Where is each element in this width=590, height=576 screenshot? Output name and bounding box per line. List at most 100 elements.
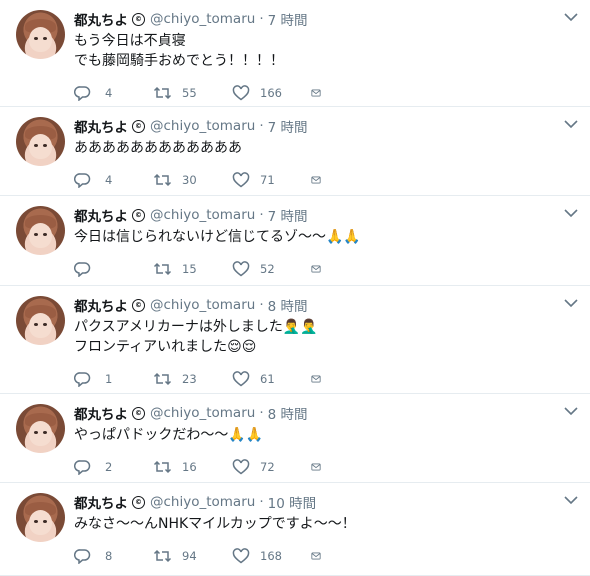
display-name[interactable]: 都丸ちよ [74, 492, 128, 512]
retweet-button[interactable]: 15 [153, 261, 232, 277]
retweet-button[interactable]: 16 [153, 459, 232, 475]
retweet-count: 55 [182, 86, 197, 100]
avatar[interactable] [16, 117, 65, 166]
reply-button[interactable] [74, 261, 153, 277]
reply-button[interactable]: 1 [74, 371, 153, 387]
retweet-count: 16 [182, 460, 197, 474]
avatar[interactable] [16, 493, 65, 542]
direct-message-button[interactable] [311, 173, 331, 187]
retweet-button[interactable]: 30 [153, 172, 232, 188]
tweet-actions: 15 52 [74, 259, 590, 279]
display-name[interactable]: 都丸ちよ [74, 116, 128, 136]
tweet[interactable]: 都丸ちよ © @chiyo_tomaru · 8 時間 やっぱパドックだわ〜〜🙏… [0, 394, 590, 483]
timestamp[interactable]: 7 時間 [268, 9, 308, 29]
like-button[interactable]: 166 [232, 85, 311, 101]
chevron-down-icon[interactable] [562, 404, 580, 418]
separator-dot: · [259, 118, 264, 134]
retweet-count: 94 [182, 549, 197, 563]
tweet-timeline: 都丸ちよ © @chiyo_tomaru · 7 時間 もう今日は不貞寝 でも藤岡… [0, 0, 590, 576]
chevron-down-icon[interactable] [562, 296, 580, 310]
chevron-down-icon[interactable] [562, 117, 580, 131]
chevron-down-icon[interactable] [562, 206, 580, 220]
timestamp[interactable]: 7 時間 [268, 205, 308, 225]
direct-message-button[interactable] [311, 86, 331, 100]
tweet[interactable]: 都丸ちよ © @chiyo_tomaru · 7 時間 今日は信じられないけど信… [0, 196, 590, 286]
reply-icon [74, 372, 91, 387]
chevron-down-icon[interactable] [562, 493, 580, 507]
tweet[interactable]: 都丸ちよ © @chiyo_tomaru · 7 時間 もう今日は不貞寝 でも藤岡… [0, 0, 590, 107]
retweet-icon [153, 460, 172, 474]
verified-badge-icon: © [132, 12, 145, 26]
tweet-actions: 4 55 166 [74, 83, 590, 103]
tweet-header: 都丸ちよ © @chiyo_tomaru · 10 時間 [74, 492, 590, 512]
like-count: 61 [260, 372, 275, 386]
user-handle[interactable]: @chiyo_tomaru [150, 118, 255, 134]
like-count: 72 [260, 460, 275, 474]
display-name[interactable]: 都丸ちよ [74, 295, 128, 315]
heart-icon [232, 459, 250, 475]
tweet-actions: 8 94 168 [74, 546, 590, 566]
user-handle[interactable]: @chiyo_tomaru [150, 494, 255, 510]
avatar[interactable] [16, 10, 65, 59]
reply-button[interactable]: 4 [74, 172, 153, 188]
display-name[interactable]: 都丸ちよ [74, 9, 128, 29]
direct-message-button[interactable] [311, 262, 331, 276]
like-button[interactable]: 72 [232, 459, 311, 475]
tweet-text-line: パクスアメリカーナは外しました🤦‍♂️🤦‍♂️ [74, 319, 318, 335]
verified-badge-icon: © [132, 119, 145, 133]
retweet-icon [153, 372, 172, 386]
avatar[interactable] [16, 296, 65, 345]
verified-badge-icon: © [132, 208, 145, 222]
reply-button[interactable]: 4 [74, 85, 153, 101]
chevron-down-icon[interactable] [562, 10, 580, 24]
display-name[interactable]: 都丸ちよ [74, 205, 128, 225]
tweet-actions: 4 30 71 [74, 170, 590, 190]
reply-button[interactable]: 2 [74, 459, 153, 475]
reply-count: 4 [105, 86, 113, 100]
tweet-text-line: 今日は信じられないけど信じてるゾ〜〜🙏🙏 [74, 229, 361, 245]
like-button[interactable]: 61 [232, 371, 311, 387]
tweet-text: やっぱパドックだわ〜〜🙏🙏 [74, 425, 590, 445]
user-handle[interactable]: @chiyo_tomaru [150, 207, 255, 223]
timestamp[interactable]: 8 時間 [268, 403, 308, 423]
reply-count: 1 [105, 372, 113, 386]
tweet-text: ああああああああああああ [74, 138, 590, 158]
reply-button[interactable]: 8 [74, 548, 153, 564]
tweet-text-line: やっぱパドックだわ〜〜🙏🙏 [74, 427, 264, 443]
display-name[interactable]: 都丸ちよ [74, 403, 128, 423]
avatar[interactable] [16, 404, 65, 453]
tweet[interactable]: 都丸ちよ © @chiyo_tomaru · 7 時間 ああああああああああああ… [0, 107, 590, 196]
retweet-button[interactable]: 55 [153, 85, 232, 101]
retweet-button[interactable]: 23 [153, 371, 232, 387]
tweet-actions: 1 23 61 [74, 369, 590, 389]
tweet-text-line: フロンティアいれました😌😌 [74, 339, 257, 355]
reply-icon [74, 460, 91, 475]
direct-message-button[interactable] [311, 372, 331, 386]
retweet-count: 30 [182, 173, 197, 187]
avatar[interactable] [16, 206, 65, 255]
user-handle[interactable]: @chiyo_tomaru [150, 11, 255, 27]
timestamp[interactable]: 8 時間 [268, 295, 308, 315]
tweet-header: 都丸ちよ © @chiyo_tomaru · 7 時間 [74, 9, 590, 29]
tweet-text-line: みなさ〜〜んNHKマイルカップですよ〜〜！ [74, 516, 356, 532]
retweet-icon [153, 262, 172, 276]
heart-icon [232, 85, 250, 101]
like-button[interactable]: 71 [232, 172, 311, 188]
user-handle[interactable]: @chiyo_tomaru [150, 297, 255, 313]
verified-badge-icon: © [132, 298, 145, 312]
timestamp[interactable]: 7 時間 [268, 116, 308, 136]
separator-dot: · [259, 297, 264, 313]
tweet-text: みなさ〜〜んNHKマイルカップですよ〜〜！ [74, 514, 590, 534]
like-count: 168 [260, 549, 282, 563]
direct-message-button[interactable] [311, 549, 331, 563]
user-handle[interactable]: @chiyo_tomaru [150, 405, 255, 421]
reply-icon [74, 549, 91, 564]
verified-badge-icon: © [132, 406, 145, 420]
retweet-button[interactable]: 94 [153, 548, 232, 564]
timestamp[interactable]: 10 時間 [268, 492, 316, 512]
like-button[interactable]: 52 [232, 261, 311, 277]
tweet[interactable]: 都丸ちよ © @chiyo_tomaru · 10 時間 みなさ〜〜んNHKマイ… [0, 483, 590, 576]
direct-message-button[interactable] [311, 460, 331, 474]
like-button[interactable]: 168 [232, 548, 311, 564]
tweet[interactable]: 都丸ちよ © @chiyo_tomaru · 8 時間 パクスアメリカーナは外し… [0, 286, 590, 394]
